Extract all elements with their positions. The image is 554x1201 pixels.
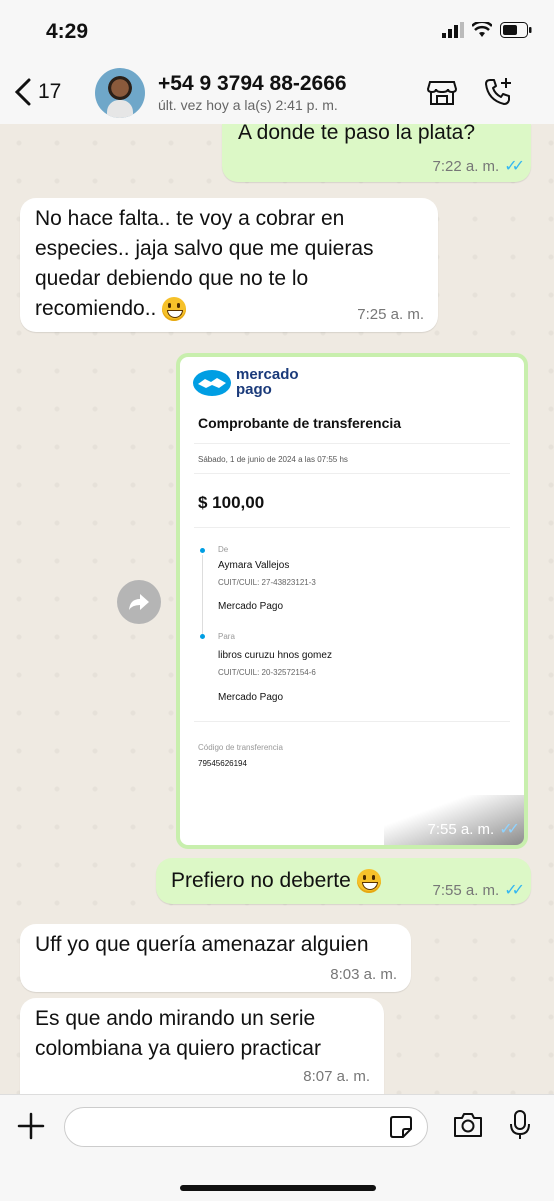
- timeline-line: [202, 555, 203, 639]
- message-meta: 8:03 a. m.: [330, 966, 397, 983]
- receipt-image-message[interactable]: mercado pago Comprobante de transferenci…: [176, 353, 528, 849]
- to-cuit: CUIT/CUIL: 20-32572154-6: [218, 668, 316, 677]
- chevron-left-icon: [14, 78, 31, 106]
- grinning-emoji-icon: [162, 297, 187, 322]
- read-ticks-icon: ✓✓: [499, 821, 520, 838]
- status-time: 4:29: [46, 20, 89, 43]
- from-label: De: [218, 545, 229, 554]
- sticker-button[interactable]: [389, 1115, 413, 1144]
- receipt-title: Comprobante de transferencia: [198, 415, 402, 431]
- message-bubble-outgoing[interactable]: Prefiero no deberte 7:55 a. m. ✓✓: [156, 858, 531, 904]
- add-call-button[interactable]: [482, 76, 514, 113]
- divider: [194, 721, 510, 722]
- message-time: 7:22 a. m.: [432, 157, 500, 175]
- message-text: Prefiero no deberte: [171, 866, 381, 896]
- message-meta: 7:55 a. m. ✓✓: [432, 880, 525, 900]
- message-bubble-incoming[interactable]: No hace falta.. te voy a cobrar en espec…: [20, 198, 438, 332]
- contact-name[interactable]: +54 9 3794 88-2666: [158, 72, 347, 96]
- avatar[interactable]: [95, 68, 145, 118]
- sticker-icon: [390, 1116, 412, 1138]
- battery-icon: [500, 22, 532, 38]
- attach-button[interactable]: [16, 1111, 46, 1146]
- forward-icon: [129, 594, 149, 610]
- receipt-amount: $ 100,00: [198, 493, 265, 512]
- input-bar: [0, 1094, 554, 1201]
- message-input[interactable]: [64, 1107, 428, 1147]
- from-cuit: CUIT/CUIL: 27-43823121-3: [218, 578, 316, 587]
- microphone-icon: [510, 1110, 530, 1139]
- receipt-brand: mercado pago: [236, 366, 299, 398]
- wifi-icon: [472, 22, 492, 37]
- message-meta: 8:07 a. m.: [303, 1068, 370, 1085]
- message-text: Es que ando mirando un serie colombiana …: [35, 1007, 321, 1060]
- from-bank: Mercado Pago: [218, 601, 284, 612]
- camera-icon: [454, 1113, 482, 1137]
- message-time: 8:03 a. m.: [330, 966, 397, 983]
- to-bank: Mercado Pago: [218, 692, 284, 703]
- unread-count: 17: [38, 80, 62, 103]
- contact-status: últ. vez hoy a la(s) 2:41 p. m.: [158, 97, 338, 113]
- message-bubble-incoming[interactable]: Uff yo que quería amenazar alguien 8:03 …: [20, 924, 411, 992]
- timeline-dot: [200, 548, 205, 553]
- store-button[interactable]: [426, 76, 458, 113]
- phone-plus-icon: [485, 78, 511, 105]
- read-ticks-icon: ✓✓: [504, 158, 525, 175]
- mercado-pago-logo: [193, 370, 231, 396]
- status-icons: [442, 22, 532, 38]
- forward-button[interactable]: [117, 580, 161, 624]
- message-time: 7:55 a. m.: [432, 881, 500, 899]
- receipt-date: Sábado, 1 de junio de 2024 a las 07:55 h…: [198, 455, 348, 464]
- store-icon: [426, 81, 458, 105]
- home-indicator: [180, 1185, 376, 1191]
- status-bar: 4:29: [0, 0, 554, 62]
- code-label: Código de transferencia: [198, 743, 283, 752]
- from-name: Aymara Vallejos: [218, 560, 290, 571]
- chat-area[interactable]: A donde te paso la plata? 7:22 a. m. ✓✓ …: [0, 124, 554, 1094]
- back-button[interactable]: 17: [14, 78, 61, 106]
- message-meta: 7:22 a. m. ✓✓: [432, 156, 525, 176]
- timeline-dot: [200, 634, 205, 639]
- signal-icon: [442, 22, 464, 38]
- divider: [194, 443, 510, 444]
- message-time: 7:25 a. m.: [357, 306, 424, 323]
- message-text: Uff yo que quería amenazar alguien: [35, 933, 369, 956]
- message-text: A donde te paso la plata?: [238, 124, 476, 144]
- camera-button[interactable]: [452, 1111, 484, 1144]
- divider: [194, 473, 510, 474]
- plus-icon: [17, 1112, 45, 1140]
- code-value: 79545626194: [198, 759, 247, 768]
- to-name: libros curuzu hnos gomez: [218, 650, 332, 661]
- grinning-emoji-icon: [356, 869, 381, 894]
- message-meta: 7:25 a. m.: [357, 306, 424, 323]
- microphone-button[interactable]: [508, 1109, 532, 1146]
- divider: [194, 527, 510, 528]
- chat-header: 17 +54 9 3794 88-2666 últ. vez hoy a la(…: [0, 62, 554, 125]
- to-label: Para: [218, 632, 235, 641]
- message-bubble-outgoing[interactable]: A donde te paso la plata? 7:22 a. m. ✓✓: [222, 124, 531, 182]
- message-time: 8:07 a. m.: [303, 1068, 370, 1085]
- message-bubble-incoming[interactable]: Es que ando mirando un serie colombiana …: [20, 998, 384, 1094]
- message-meta: 7:55 a. m. ✓✓: [427, 819, 520, 839]
- read-ticks-icon: ✓✓: [504, 882, 525, 899]
- message-time: 7:55 a. m.: [427, 820, 495, 838]
